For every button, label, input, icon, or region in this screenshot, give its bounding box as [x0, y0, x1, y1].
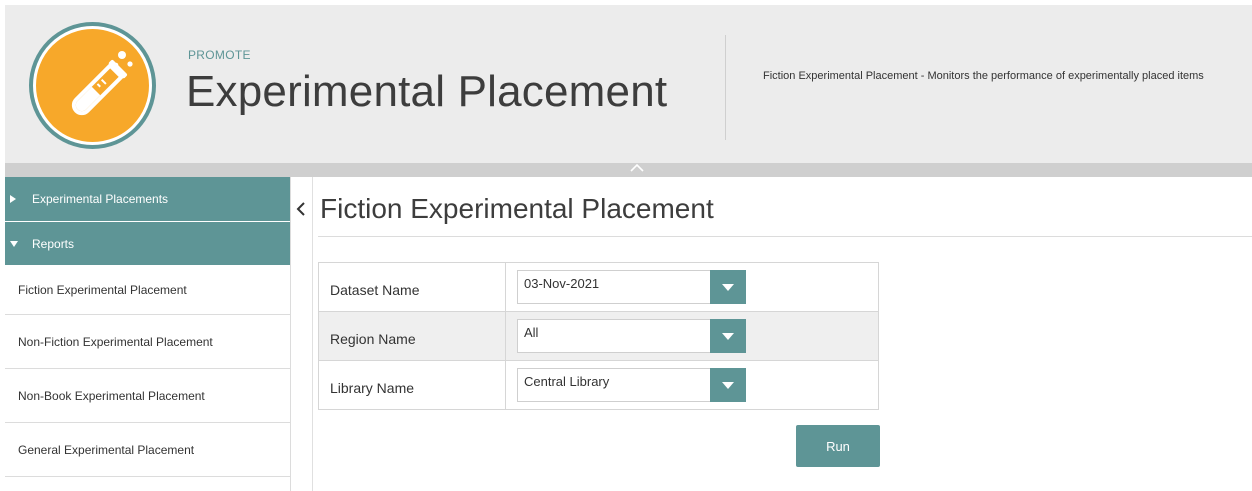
- caret-down-icon: [722, 381, 734, 389]
- dropdown-button[interactable]: [710, 270, 746, 304]
- form-row-library: Library Name Central Library: [319, 361, 878, 409]
- header-collapse-bar[interactable]: [5, 163, 1252, 177]
- chevron-up-icon[interactable]: [630, 163, 644, 173]
- sidebar-item-non-fiction-experimental-placement[interactable]: Non-Fiction Experimental Placement: [5, 315, 290, 369]
- sidebar: Experimental Placements Reports Fiction …: [5, 177, 291, 491]
- sidebar-item-label: Fiction Experimental Placement: [18, 282, 187, 297]
- region-name-label: Region Name: [319, 312, 506, 360]
- sidebar-group-reports[interactable]: Reports: [5, 221, 290, 265]
- title-divider: [318, 236, 1252, 237]
- library-name-value: Central Library: [524, 373, 610, 389]
- report-parameters-form: Dataset Name 03-Nov-2021 Region Name All…: [318, 262, 879, 410]
- sidebar-item-fiction-experimental-placement[interactable]: Fiction Experimental Placement: [5, 265, 290, 315]
- sidebar-item-general-experimental-placement[interactable]: General Experimental Placement: [5, 423, 290, 477]
- region-name-value: All: [524, 324, 539, 340]
- sidebar-item-label: Non-Fiction Experimental Placement: [18, 334, 213, 349]
- panel-divider: [312, 177, 313, 491]
- caret-down-icon: [10, 240, 20, 247]
- library-name-select[interactable]: Central Library: [517, 368, 746, 402]
- dropdown-button[interactable]: [710, 368, 746, 402]
- app-logo: [29, 22, 156, 149]
- page-title: Fiction Experimental Placement: [320, 193, 714, 224]
- sidebar-group-experimental-placements[interactable]: Experimental Placements: [5, 177, 290, 221]
- app-header: PROMOTE Experimental Placement Fiction E…: [5, 5, 1252, 163]
- library-name-label: Library Name: [319, 361, 506, 409]
- app-title: Experimental Placement: [186, 67, 668, 116]
- caret-down-icon: [722, 332, 734, 340]
- dataset-name-select[interactable]: 03-Nov-2021: [517, 270, 746, 304]
- header-divider: [725, 35, 726, 140]
- sidebar-item-non-book-experimental-placement[interactable]: Non-Book Experimental Placement: [5, 369, 290, 423]
- collapse-sidebar-icon[interactable]: [294, 199, 308, 219]
- test-tube-icon: [71, 51, 133, 116]
- header-description: Fiction Experimental Placement - Monitor…: [763, 70, 1204, 82]
- sidebar-item-label: General Experimental Placement: [18, 442, 195, 457]
- dropdown-button[interactable]: [710, 319, 746, 353]
- caret-right-icon: [10, 195, 20, 203]
- caret-down-icon: [722, 283, 734, 291]
- run-button[interactable]: Run: [796, 425, 880, 467]
- form-row-dataset: Dataset Name 03-Nov-2021: [319, 263, 878, 312]
- sidebar-group-label: Experimental Placements: [32, 192, 169, 206]
- sidebar-item-label: Non-Book Experimental Placement: [18, 388, 205, 403]
- dataset-name-value: 03-Nov-2021: [524, 275, 600, 291]
- region-name-select[interactable]: All: [517, 319, 746, 353]
- sidebar-group-label: Reports: [32, 236, 75, 251]
- dataset-name-label: Dataset Name: [319, 263, 506, 311]
- section-label: PROMOTE: [188, 48, 251, 62]
- form-row-region: Region Name All: [319, 312, 878, 361]
